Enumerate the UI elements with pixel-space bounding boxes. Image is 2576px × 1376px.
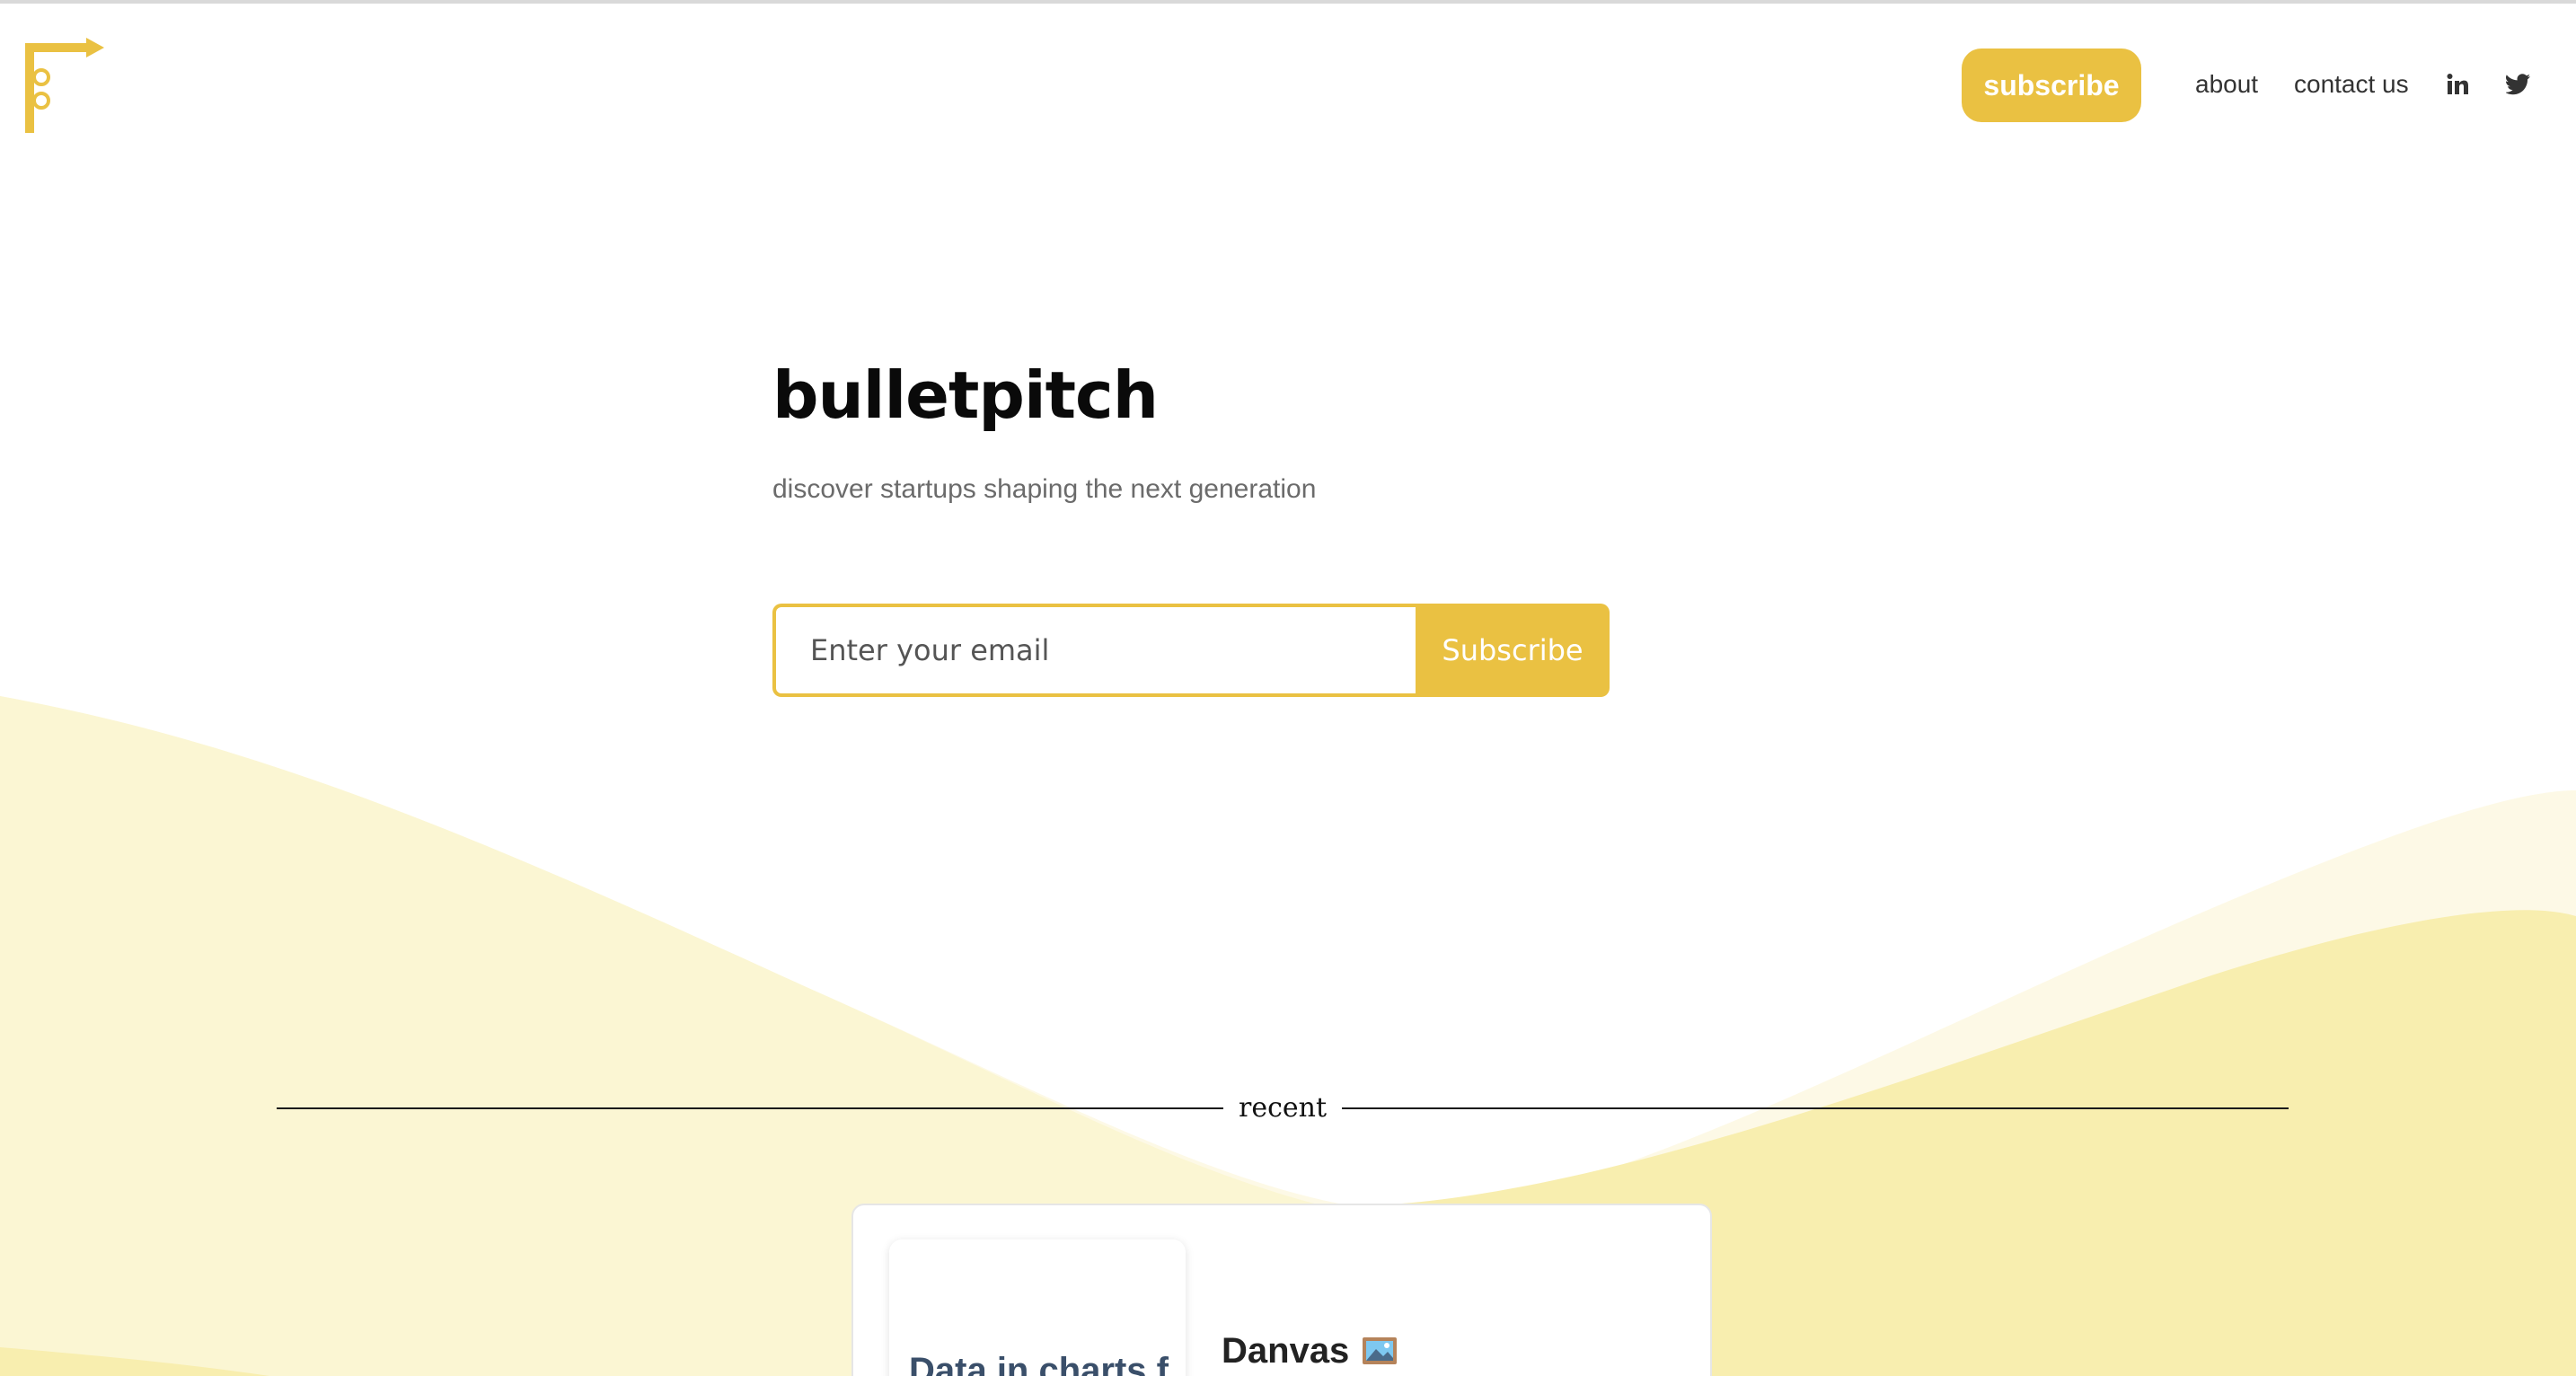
nav-subscribe-button[interactable]: subscribe bbox=[1962, 49, 2141, 122]
linkedin-icon[interactable] bbox=[2443, 70, 2472, 99]
hero-subtitle: discover startups shaping the next gener… bbox=[772, 474, 1317, 504]
recent-divider-right bbox=[1342, 1107, 2289, 1109]
startup-card-thumbnail[interactable]: Data in charts f bbox=[889, 1239, 1186, 1376]
page: subscribe about contact us bulletpitch d… bbox=[0, 0, 2576, 1376]
startup-card[interactable]: Data in charts f Danvas bbox=[851, 1204, 1712, 1376]
startup-card-title-text: Danvas bbox=[1222, 1331, 1350, 1371]
startup-card-thumbnail-text: Data in charts f bbox=[909, 1351, 1169, 1376]
subscribe-button[interactable]: Subscribe bbox=[1416, 604, 1610, 697]
email-signup-form: Subscribe bbox=[772, 604, 1610, 697]
recent-section-label: recent bbox=[1238, 1092, 1328, 1124]
hero-title: bulletpitch bbox=[772, 357, 1159, 433]
startup-card-title[interactable]: Danvas bbox=[1222, 1326, 1398, 1376]
framed-picture-icon bbox=[1363, 1337, 1398, 1364]
nav-contact-link[interactable]: contact us bbox=[2294, 66, 2409, 102]
nav-about-link[interactable]: about bbox=[2195, 66, 2258, 102]
twitter-icon[interactable] bbox=[2504, 70, 2533, 99]
recent-divider-left bbox=[277, 1107, 1223, 1109]
email-input[interactable] bbox=[772, 604, 1416, 697]
bulletpitch-logo-icon[interactable] bbox=[22, 38, 108, 137]
